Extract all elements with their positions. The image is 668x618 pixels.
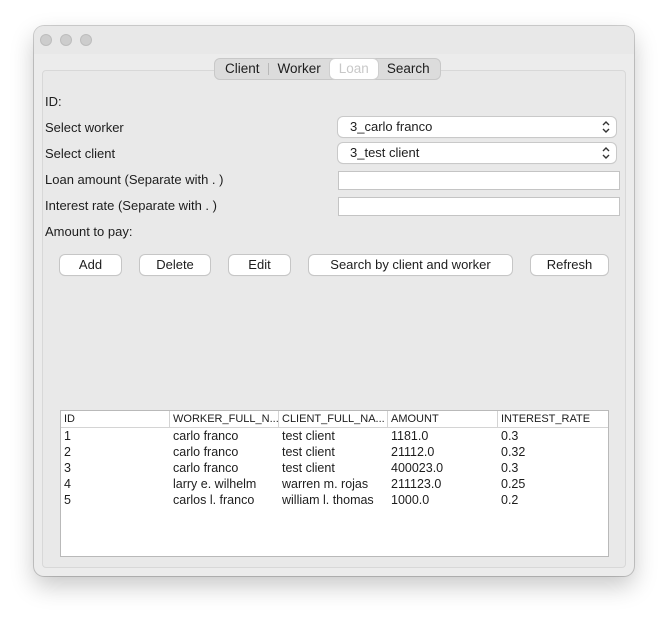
cell-worker: carlo franco [173, 429, 239, 443]
loan-amount-input[interactable] [338, 171, 620, 190]
column-header-id[interactable]: ID [61, 411, 170, 427]
cell-id: 3 [64, 461, 71, 475]
loan-amount-label: Loan amount (Separate with . ) [45, 172, 224, 187]
close-window-button[interactable] [40, 34, 52, 46]
cell-interest-rate: 0.32 [501, 445, 526, 459]
column-header-amount[interactable]: AMOUNT [388, 411, 498, 427]
edit-button[interactable]: Edit [229, 255, 290, 275]
column-header-interest-rate[interactable]: INTEREST_RATE [498, 411, 608, 427]
table-row[interactable]: 3 carlo franco test client 400023.0 0.3 [61, 460, 608, 476]
table-row[interactable]: 4 larry e. wilhelm warren m. rojas 21112… [61, 476, 608, 492]
column-header-client[interactable]: CLIENT_FULL_NA... [279, 411, 388, 427]
select-worker-label: Select worker [45, 120, 124, 135]
chevron-up-down-icon [602, 147, 610, 159]
minimize-window-button[interactable] [60, 34, 72, 46]
interest-rate-input[interactable] [338, 197, 620, 216]
cell-amount: 400023.0 [391, 461, 444, 475]
client-select[interactable]: 3_test client [338, 143, 616, 163]
cell-interest-rate: 0.25 [501, 477, 526, 491]
column-header-worker[interactable]: WORKER_FULL_N... [170, 411, 279, 427]
cell-id: 2 [64, 445, 71, 459]
delete-button[interactable]: Delete [140, 255, 210, 275]
cell-amount: 211123.0 [391, 477, 442, 491]
cell-interest-rate: 0.3 [501, 461, 519, 475]
select-client-label: Select client [45, 146, 116, 161]
cell-client: test client [282, 429, 335, 443]
interest-rate-label: Interest rate (Separate with . ) [45, 198, 217, 213]
zoom-window-button[interactable] [80, 34, 92, 46]
cell-id: 5 [64, 493, 71, 507]
loans-table[interactable]: ID WORKER_FULL_N... CLIENT_FULL_NA... AM… [60, 410, 609, 557]
cell-worker: carlo franco [173, 461, 239, 475]
cell-interest-rate: 0.2 [501, 493, 519, 507]
cell-interest-rate: 0.3 [501, 429, 519, 443]
cell-client: test client [282, 445, 335, 459]
cell-amount: 21112.0 [391, 445, 435, 459]
worker-select-value: 3_carlo franco [350, 119, 433, 134]
table-row[interactable]: 1 carlo franco test client 1181.0 0.3 [61, 428, 608, 444]
worker-select[interactable]: 3_carlo franco [338, 117, 616, 137]
cell-client: william l. thomas [282, 493, 374, 507]
tab-client[interactable]: Client [216, 59, 269, 79]
cell-id: 4 [64, 477, 71, 491]
cell-client: warren m. rojas [282, 477, 369, 491]
app-window: Client Worker Loan Search ID: Select wor… [34, 26, 634, 576]
cell-worker: carlos l. franco [173, 493, 255, 507]
tab-search[interactable]: Search [378, 59, 439, 79]
cell-worker: carlo franco [173, 445, 239, 459]
table-row[interactable]: 2 carlo franco test client 21112.0 0.32 [61, 444, 608, 460]
cell-client: test client [282, 461, 335, 475]
title-bar [34, 26, 634, 54]
cell-amount: 1181.0 [391, 429, 429, 443]
table-row[interactable]: 5 carlos l. franco william l. thomas 100… [61, 492, 608, 508]
cell-worker: larry e. wilhelm [173, 477, 257, 491]
client-select-value: 3_test client [350, 145, 420, 160]
cell-amount: 1000.0 [391, 493, 430, 507]
chevron-up-down-icon [602, 121, 610, 133]
table-header: ID WORKER_FULL_N... CLIENT_FULL_NA... AM… [61, 411, 608, 428]
id-label: ID: [45, 94, 62, 109]
tab-worker[interactable]: Worker [269, 59, 330, 79]
cell-id: 1 [64, 429, 71, 443]
add-button[interactable]: Add [60, 255, 121, 275]
refresh-button[interactable]: Refresh [531, 255, 608, 275]
amount-to-pay-label: Amount to pay: [45, 224, 133, 239]
tab-loan[interactable]: Loan [329, 59, 378, 79]
search-by-client-and-worker-button[interactable]: Search by client and worker [309, 255, 512, 275]
tab-bar: Client Worker Loan Search [214, 58, 441, 80]
